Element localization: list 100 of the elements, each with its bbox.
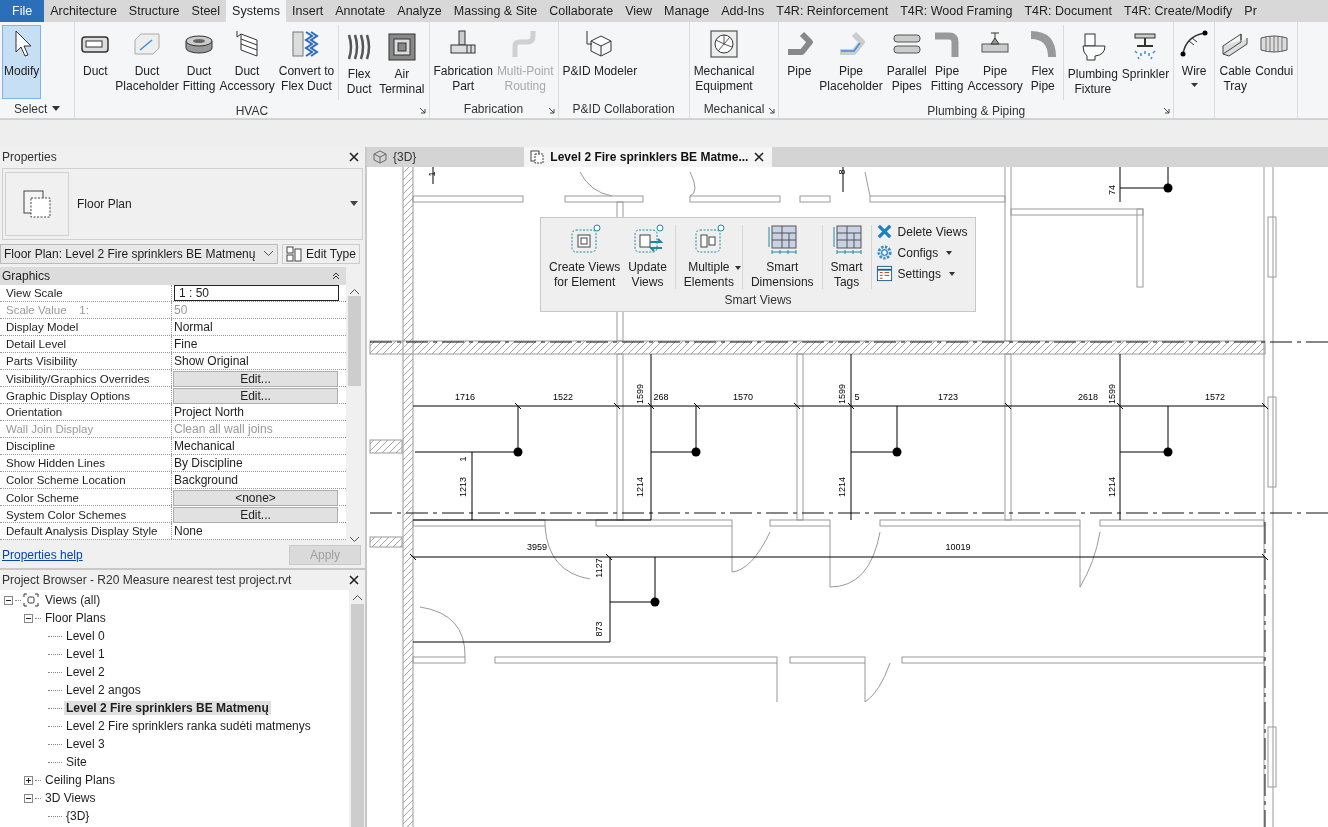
tree-item[interactable]: Level 2 Fire sprinklers ranka sudėti matmenys: [64, 719, 313, 733]
ribbon-tab[interactable]: File: [0, 0, 45, 22]
property-value[interactable]: Normal: [172, 318, 339, 335]
tree-item[interactable]: Level 2 angos: [64, 683, 143, 697]
ribbon-button[interactable]: Duct Accessory: [217, 25, 277, 103]
ribbon-button[interactable]: P&ID Modeler: [560, 25, 640, 99]
view-selector[interactable]: Floor Plan: Level 2 Fire sprinklers BE Matmenų: [0, 243, 278, 264]
property-value[interactable]: Mechanical: [172, 437, 339, 454]
property-value[interactable]: Project North: [172, 403, 339, 420]
ribbon-tab[interactable]: Add-Ins: [715, 0, 771, 22]
ribbon-tab[interactable]: Architecture: [44, 0, 123, 22]
ribbon-tab[interactable]: T4R: Create/Modify: [1118, 0, 1239, 22]
collapse-box-icon[interactable]: [24, 793, 33, 803]
ribbon-button[interactable]: Duct Placeholder: [113, 25, 181, 103]
document-tab[interactable]: {3D}: [367, 147, 425, 167]
ribbon-tab[interactable]: Steel: [185, 0, 227, 22]
ribbon-button[interactable]: Fabrication Part: [431, 25, 495, 99]
ribbon-button[interactable]: Cable Tray: [1217, 25, 1254, 99]
ribbon-button[interactable]: Modify: [2, 25, 42, 99]
scroll-up-icon[interactable]: [352, 595, 362, 600]
tree-item[interactable]: Level 1: [64, 647, 107, 661]
ribbon-tab[interactable]: Insert: [286, 0, 330, 22]
edit-button[interactable]: Edit...: [173, 506, 338, 523]
ribbon-button[interactable]: Duct: [77, 25, 114, 103]
edit-button[interactable]: Edit...: [173, 387, 338, 404]
edit-button[interactable]: Edit...: [173, 370, 338, 387]
smart-views-button[interactable]: Update Views: [624, 221, 671, 293]
ribbon-button[interactable]: Pipe Fitting: [928, 25, 966, 103]
smart-views-button[interactable]: Multiple Elements: [679, 221, 738, 293]
smart-views-button[interactable]: Create Views for Element: [545, 221, 625, 293]
scroll-up-icon[interactable]: [349, 288, 359, 294]
property-value[interactable]: None: [172, 522, 339, 539]
tree-item[interactable]: Level 3: [64, 737, 107, 751]
collapse-box-icon[interactable]: [4, 595, 13, 605]
close-icon[interactable]: [349, 575, 359, 585]
ribbon-tab[interactable]: T4R: Document: [1018, 0, 1118, 22]
ribbon-button[interactable]: Flex Duct: [341, 28, 378, 100]
tree-item[interactable]: Level 2 Fire sprinklers BE Matmenų: [64, 701, 271, 715]
ribbon-tab[interactable]: Collaborate: [543, 0, 620, 22]
smart-views-button[interactable]: Configs: [875, 244, 968, 261]
launcher-icon[interactable]: [768, 107, 776, 114]
ribbon-button[interactable]: Parallel Pipes: [884, 25, 929, 103]
property-value[interactable]: Background: [172, 471, 339, 488]
close-icon[interactable]: [349, 151, 359, 162]
smart-views-button[interactable]: Settings: [875, 265, 968, 282]
ribbon-tab[interactable]: Analyze: [391, 0, 448, 22]
scrollbar-thumb[interactable]: [347, 295, 361, 386]
scrollbar-thumb[interactable]: [350, 604, 364, 827]
ribbon-tab[interactable]: T4R: Reinforcement: [770, 0, 895, 22]
scale-input[interactable]: 1 : 50: [174, 284, 339, 301]
close-icon[interactable]: [754, 152, 765, 162]
ribbon-button[interactable]: Pipe Placeholder: [817, 25, 885, 103]
ribbon-tab[interactable]: Systems: [226, 0, 286, 22]
ribbon-button[interactable]: Sprinkler: [1119, 28, 1172, 100]
collapse-icon[interactable]: [332, 271, 340, 280]
ribbon-tab[interactable]: Pr: [1238, 0, 1263, 22]
edit-button[interactable]: <none>: [173, 489, 338, 506]
ribbon-button[interactable]: Pipe: [781, 25, 818, 103]
properties-help-link[interactable]: Properties help: [2, 548, 83, 563]
ribbon-tab[interactable]: Structure: [122, 0, 186, 22]
smart-views-button[interactable]: Smart Dimensions: [746, 221, 818, 293]
property-name: Scale Value 1:: [6, 301, 172, 318]
tree-item[interactable]: 3D Views: [43, 791, 98, 805]
ribbon-tab[interactable]: T4R: Wood Framing: [894, 0, 1019, 22]
property-value[interactable]: Show Original: [172, 352, 339, 369]
launcher-icon[interactable]: [547, 107, 555, 114]
tree-item[interactable]: Ceiling Plans: [43, 773, 118, 787]
tree-item[interactable]: Floor Plans: [43, 611, 108, 625]
smart-views-button[interactable]: Delete Views: [875, 223, 968, 240]
expand-box-icon[interactable]: [24, 775, 33, 785]
ribbon-button[interactable]: Pipe Accessory: [965, 25, 1025, 103]
launcher-icon[interactable]: [418, 107, 426, 114]
smart-views-button[interactable]: Smart Tags: [826, 221, 867, 293]
ribbon-tab[interactable]: Manage: [658, 0, 716, 22]
ribbon-button[interactable]: Plumbing Fixture: [1065, 28, 1120, 100]
tree-item[interactable]: Level 2: [64, 665, 107, 679]
collapse-box-icon[interactable]: [24, 613, 33, 623]
tree-item[interactable]: Site: [64, 755, 89, 769]
launcher-icon[interactable]: [1163, 107, 1171, 114]
ribbon-button[interactable]: Flex Pipe: [1024, 25, 1061, 103]
caret-icon[interactable]: [52, 106, 61, 111]
property-value[interactable]: Fine: [172, 335, 339, 352]
ribbon-tab[interactable]: Annotate: [329, 0, 392, 22]
tree-item[interactable]: Level 0: [64, 629, 107, 643]
tree-item[interactable]: {3D}: [64, 809, 92, 823]
ribbon-button[interactable]: Duct Fitting: [180, 25, 218, 103]
property-value[interactable]: By Discipline: [172, 454, 339, 471]
document-tab[interactable]: Level 2 Fire sprinklers BE Matme...: [524, 147, 773, 167]
scroll-down-icon[interactable]: [349, 537, 359, 543]
property-name: View Scale: [6, 284, 172, 301]
ribbon-tab[interactable]: Massing & Site: [447, 0, 544, 22]
ribbon-button[interactable]: Convert to Flex Duct: [276, 25, 337, 103]
caret-icon[interactable]: [350, 201, 358, 207]
ribbon-button[interactable]: Air Terminal: [377, 28, 427, 100]
ribbon-button[interactable]: Condui: [1253, 25, 1296, 99]
ribbon-button[interactable]: Mechanical Equipment: [691, 25, 757, 99]
edit-type-button[interactable]: Edit Type: [282, 243, 360, 264]
tree-item[interactable]: Views (all): [43, 593, 103, 607]
ribbon-button[interactable]: Wire: [1176, 25, 1213, 99]
ribbon-tab[interactable]: View: [619, 0, 658, 22]
